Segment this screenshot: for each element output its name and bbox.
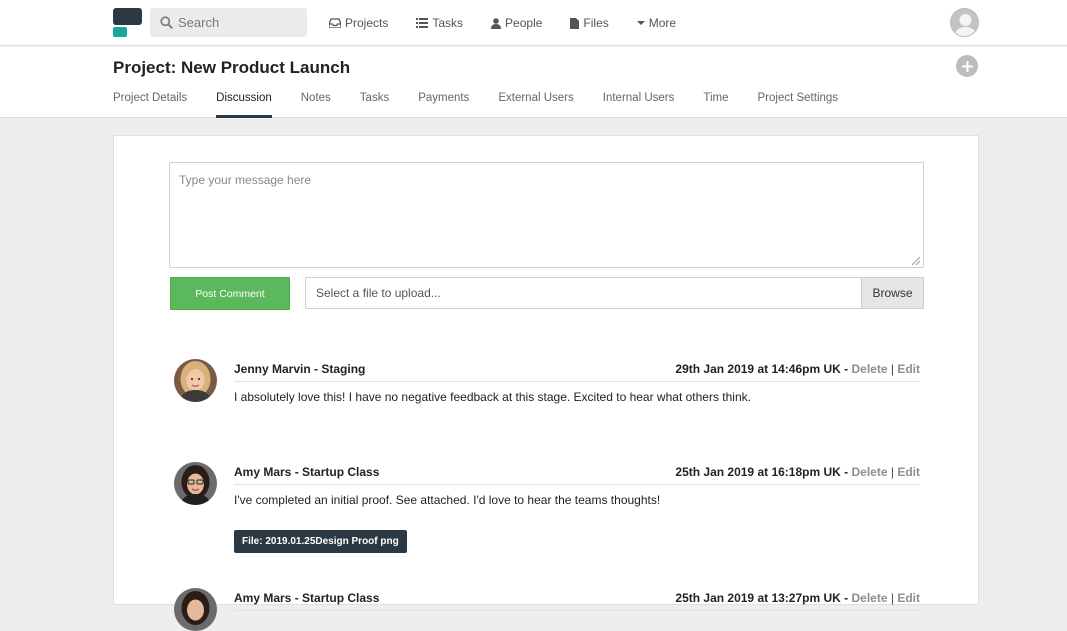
app-logo[interactable]: [113, 8, 142, 37]
file-attachment-tag[interactable]: File: 2019.01.25Design Proof png: [234, 530, 407, 553]
tab-external-users[interactable]: External Users: [498, 91, 573, 118]
message-input[interactable]: [169, 162, 924, 268]
comment-text: I absolutely love this! I have no negati…: [234, 390, 751, 404]
comment-author: Amy Mars - Startup Class: [234, 591, 380, 605]
delete-link[interactable]: Delete: [851, 465, 887, 479]
tab-discussion[interactable]: Discussion: [216, 91, 272, 118]
main-nav: Projects Tasks People Files More: [329, 0, 704, 46]
browse-button[interactable]: Browse: [861, 277, 924, 309]
comment-header: Amy Mars - Startup Class 25th Jan 2019 a…: [234, 465, 920, 485]
file-icon: [570, 17, 580, 29]
tab-project-details[interactable]: Project Details: [113, 91, 187, 118]
edit-link[interactable]: Edit: [897, 465, 920, 479]
comment-timestamp: 29th Jan 2019 at 14:46pm UK: [675, 362, 841, 376]
add-button[interactable]: [956, 55, 978, 77]
tab-internal-users[interactable]: Internal Users: [603, 91, 675, 118]
comment-meta: 25th Jan 2019 at 13:27pm UK - Delete | E…: [675, 591, 920, 605]
nav-files[interactable]: Files: [570, 16, 609, 30]
search-placeholder: Search: [178, 15, 220, 30]
nav-tasks[interactable]: Tasks: [416, 16, 463, 30]
comment-author: Jenny Marvin - Staging: [234, 362, 366, 376]
inbox-icon: [329, 18, 341, 28]
resize-handle-icon[interactable]: [912, 257, 920, 265]
file-upload-input[interactable]: [305, 277, 862, 309]
comment-text: I've completed an initial proof. See att…: [234, 493, 661, 507]
list-icon: [416, 18, 429, 28]
page-title: Project: New Product Launch: [113, 58, 351, 77]
tab-tasks[interactable]: Tasks: [360, 91, 389, 118]
delete-link[interactable]: Delete: [851, 591, 887, 605]
avatar-placeholder-icon: [954, 14, 977, 36]
nav-more[interactable]: More: [636, 16, 676, 30]
project-header: Project: New Product Launch Project Deta…: [0, 47, 1067, 118]
search-icon: [160, 16, 173, 29]
comment-timestamp: 25th Jan 2019 at 16:18pm UK: [675, 465, 841, 479]
comment-meta: 25th Jan 2019 at 16:18pm UK - Delete | E…: [675, 465, 920, 479]
post-comment-button[interactable]: Post Comment: [170, 277, 290, 310]
tab-time[interactable]: Time: [703, 91, 728, 118]
tab-notes[interactable]: Notes: [301, 91, 331, 118]
avatar: [174, 588, 217, 631]
search-box[interactable]: Search: [150, 8, 307, 37]
delete-link[interactable]: Delete: [851, 362, 887, 376]
nav-people[interactable]: People: [491, 16, 542, 30]
person-icon: [491, 17, 502, 29]
caret-down-icon: [636, 21, 645, 25]
avatar: [174, 359, 217, 402]
edit-link[interactable]: Edit: [897, 362, 920, 376]
comment-header: Jenny Marvin - Staging 29th Jan 2019 at …: [234, 362, 920, 382]
comment-timestamp: 25th Jan 2019 at 13:27pm UK: [675, 591, 841, 605]
nav-projects[interactable]: Projects: [329, 16, 388, 30]
user-avatar[interactable]: [950, 8, 979, 37]
comment-header: Amy Mars - Startup Class 25th Jan 2019 a…: [234, 591, 920, 611]
top-navbar: Search Projects Tasks People Files More: [0, 0, 1067, 46]
edit-link[interactable]: Edit: [897, 591, 920, 605]
discussion-panel: Post Comment Browse Jenny Marvin - Stagi…: [113, 135, 979, 631]
tab-project-settings[interactable]: Project Settings: [758, 91, 839, 118]
comment-author: Amy Mars - Startup Class: [234, 465, 380, 479]
project-tabs: Project Details Discussion Notes Tasks P…: [113, 91, 867, 118]
plus-icon: [961, 60, 973, 72]
avatar: [174, 462, 217, 505]
comment-meta: 29th Jan 2019 at 14:46pm UK - Delete | E…: [675, 362, 920, 376]
tab-payments[interactable]: Payments: [418, 91, 469, 118]
